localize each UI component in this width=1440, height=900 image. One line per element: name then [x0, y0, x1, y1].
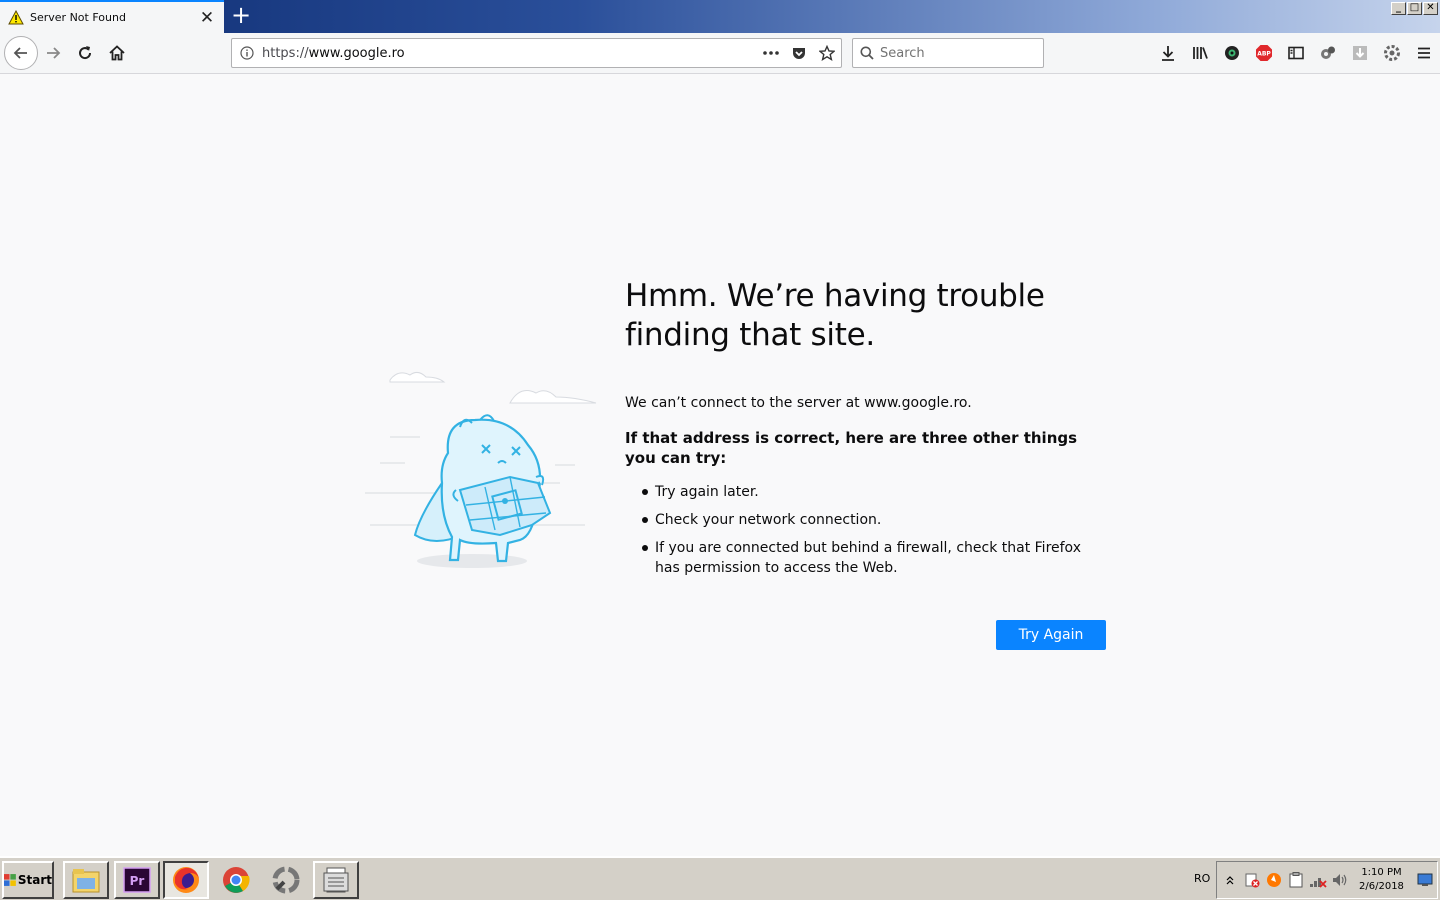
- url-scheme: https://: [262, 45, 309, 61]
- extension-gear-button[interactable]: [1312, 38, 1344, 68]
- extension-cog-button[interactable]: [1376, 38, 1408, 68]
- list-item: Check your network connection.: [641, 510, 1105, 530]
- taskbar-documents[interactable]: [313, 861, 359, 899]
- pocket-icon[interactable]: [785, 39, 813, 67]
- show-hidden-icons-button[interactable]: [1221, 871, 1239, 889]
- gears-icon: [1321, 46, 1335, 59]
- documents-icon: [323, 867, 349, 893]
- adblock-button[interactable]: ABP: [1248, 38, 1280, 68]
- taskbar-chrome[interactable]: [213, 861, 259, 899]
- error-message: Hmm. We’re having trouble finding that si…: [625, 277, 1105, 586]
- list-item: Try again later.: [641, 482, 1105, 502]
- svg-text:ABP: ABP: [1257, 51, 1271, 58]
- avast-icon[interactable]: [1265, 871, 1283, 889]
- search-placeholder: Search: [880, 45, 925, 61]
- toolbar-icons: ABP: [1152, 38, 1440, 68]
- forward-button[interactable]: [38, 38, 68, 68]
- new-tab-button[interactable]: +: [228, 3, 254, 28]
- tab-close-icon[interactable]: ✕: [198, 9, 216, 26]
- menu-button[interactable]: [1408, 38, 1440, 68]
- taskbar-premiere[interactable]: Pr: [114, 861, 160, 899]
- close-window-button[interactable]: ✕: [1423, 2, 1438, 15]
- hamburger-menu-icon: [1418, 47, 1430, 59]
- try-again-button[interactable]: Try Again: [996, 620, 1106, 650]
- bookmark-star-icon[interactable]: [813, 39, 841, 67]
- search-bar[interactable]: Search: [852, 38, 1044, 68]
- clock[interactable]: 1:10 PM 2/6/2018: [1359, 866, 1404, 894]
- network-icon[interactable]: [1309, 871, 1327, 889]
- reload-button[interactable]: [70, 38, 100, 68]
- file-explorer-icon: [72, 869, 100, 893]
- firefox-icon: [173, 867, 199, 893]
- clipboard-icon[interactable]: [1287, 871, 1305, 889]
- info-icon[interactable]: [232, 46, 262, 60]
- tab-server-not-found[interactable]: Server Not Found ✕: [0, 0, 224, 33]
- extension-camera-button[interactable]: [1216, 38, 1248, 68]
- error-title-line2: finding that site.: [625, 317, 875, 353]
- taskbar-file-explorer[interactable]: [63, 861, 109, 899]
- start-label: Start: [17, 873, 52, 887]
- url-text[interactable]: https://www.google.ro: [262, 46, 757, 61]
- lens-icon: [1225, 46, 1239, 60]
- show-desktop-icon[interactable]: [1416, 871, 1434, 889]
- suggestions-list: Try again later. Check your network conn…: [641, 482, 1105, 578]
- arrow-down-box-icon: [1353, 46, 1367, 60]
- action-center-icon[interactable]: [1243, 871, 1261, 889]
- url-bar[interactable]: https://www.google.ro: [231, 38, 842, 68]
- list-item: If you are connected but behind a firewa…: [641, 538, 1105, 578]
- url-host: www.google.ro: [308, 45, 405, 61]
- download-icon: [1162, 46, 1174, 61]
- clock-time: 1:10 PM: [1361, 867, 1402, 878]
- error-title: Hmm. We’re having trouble finding that si…: [625, 277, 1105, 355]
- start-button[interactable]: Start: [2, 861, 54, 899]
- system-tray: 1:10 PM 2/6/2018: [1216, 861, 1438, 899]
- error-illustration: [365, 371, 597, 568]
- minimize-button[interactable]: _: [1391, 2, 1406, 15]
- forward-arrow-icon: [47, 47, 61, 59]
- navigation-toolbar: https://www.google.ro Search ABP: [0, 33, 1440, 74]
- adblock-plus-icon: ABP: [1256, 45, 1272, 61]
- home-icon: [109, 45, 125, 61]
- tab-title: Server Not Found: [30, 11, 126, 24]
- svg-text:Pr: Pr: [130, 874, 145, 888]
- maximize-button[interactable]: □: [1407, 2, 1422, 15]
- language-indicator[interactable]: RO: [1194, 872, 1210, 885]
- sidebar-icon: [1288, 46, 1304, 60]
- cog-icon: [1384, 45, 1400, 61]
- back-button[interactable]: [4, 36, 38, 70]
- reader-view-button[interactable]: [1280, 38, 1312, 68]
- windows-logo-icon: [4, 874, 16, 886]
- tab-strip: Server Not Found ✕ + _ □ ✕: [0, 0, 1440, 33]
- search-icon: [860, 46, 874, 60]
- suggestions-heading: If that address is correct, here are thr…: [625, 429, 1078, 467]
- back-arrow-icon: [13, 47, 27, 59]
- downloads-button[interactable]: [1152, 38, 1184, 68]
- clock-date: 2/6/2018: [1359, 881, 1404, 892]
- error-page: Hmm. We’re having trouble finding that si…: [0, 75, 1440, 856]
- home-button[interactable]: [102, 38, 132, 68]
- taskbar-firefox[interactable]: [163, 861, 209, 899]
- taskbar-app[interactable]: [263, 861, 309, 899]
- extension-download-button[interactable]: [1344, 38, 1376, 68]
- taskbar: Start Pr RO 1:10 PM 2/6/2018: [0, 856, 1440, 900]
- volume-icon[interactable]: [1331, 871, 1349, 889]
- error-title-line1: Hmm. We’re having trouble: [625, 278, 1045, 314]
- library-icon: [1193, 47, 1208, 59]
- warning-icon: [8, 9, 24, 26]
- app-icon: [272, 866, 300, 894]
- page-actions-icon[interactable]: [757, 39, 785, 67]
- error-description: We can’t connect to the server at www.go…: [625, 395, 972, 411]
- reload-icon: [79, 46, 92, 60]
- window-controls: _ □ ✕: [1391, 2, 1438, 15]
- chrome-icon: [223, 867, 250, 893]
- premiere-icon: Pr: [123, 867, 151, 893]
- library-button[interactable]: [1184, 38, 1216, 68]
